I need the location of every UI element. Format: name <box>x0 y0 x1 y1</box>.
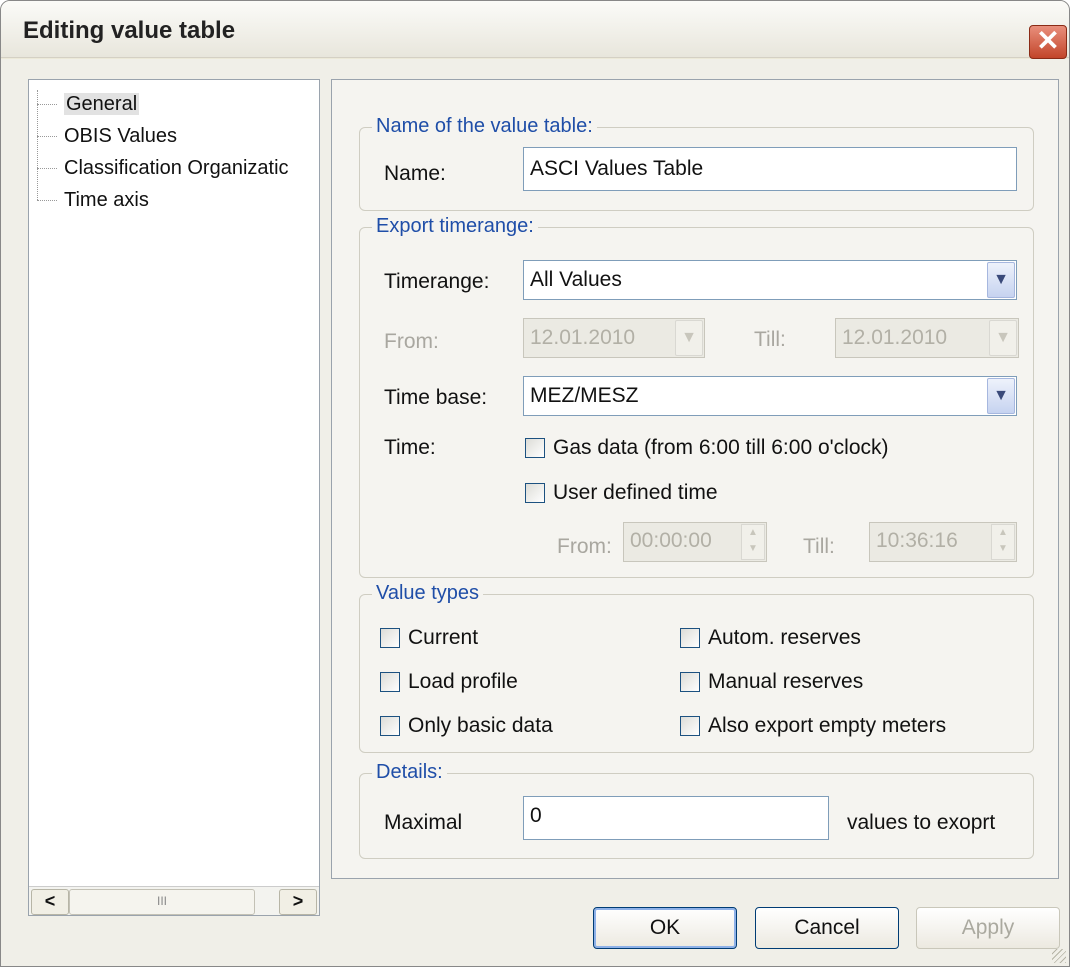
tree-horizontal-scrollbar[interactable]: < III > <box>29 886 319 915</box>
details-group: Details: Maximal 0 values to exoprt <box>359 761 1034 859</box>
navigation-tree: General OBIS Values Classification Organ… <box>28 79 320 916</box>
checkbox-box[interactable] <box>680 716 700 737</box>
name-group-legend: Name of the value table: <box>372 115 597 138</box>
close-button[interactable]: ✕ <box>1029 25 1067 59</box>
value-types-group: Value types Current Load profile Only ba… <box>359 582 1034 753</box>
gas-data-checkbox[interactable]: Gas data (from 6:00 till 6:00 o'clock) <box>525 436 889 460</box>
tree-item-label: General <box>64 93 140 115</box>
timerange-label: Timerange: <box>384 270 490 293</box>
title-bar: Editing value table ✕ <box>1 1 1069 59</box>
export-timerange-group: Export timerange: Timerange: All Values … <box>359 215 1034 578</box>
name-group: Name of the value table: Name: ASCI Valu… <box>359 115 1034 211</box>
value-types-legend: Value types <box>372 582 484 605</box>
cancel-button[interactable]: Cancel <box>755 907 899 949</box>
name-input[interactable]: ASCI Values Table <box>523 147 1017 191</box>
gas-data-label: Gas data (from 6:00 till 6:00 o'clock) <box>553 436 889 459</box>
maximal-label: Maximal <box>384 811 463 834</box>
current-checkbox[interactable]: Current <box>380 626 478 650</box>
export-empty-meters-checkbox[interactable]: Also export empty meters <box>680 714 946 738</box>
tree-item-classification[interactable]: Classification Organizatic <box>37 154 289 186</box>
time-till-value: 10:36:16 <box>876 529 958 552</box>
time-from-spinner[interactable]: 00:00:00 ▲ ▼ <box>623 522 767 562</box>
chevron-left-icon: < <box>44 891 56 911</box>
checkbox-box[interactable] <box>380 628 400 649</box>
chevron-down-icon[interactable]: ▼ <box>987 262 1015 298</box>
time-till-label: Till: <box>803 535 835 558</box>
close-icon: ✕ <box>1036 25 1060 56</box>
checkbox-box[interactable] <box>380 716 400 737</box>
timebase-label: Time base: <box>384 386 488 409</box>
dialog-window: Editing value table ✕ General OBIS Value… <box>0 0 1070 967</box>
tree-item-label: Time axis <box>64 189 149 211</box>
details-legend: Details: <box>372 761 447 784</box>
export-empty-meters-label: Also export empty meters <box>708 714 947 737</box>
spin-arrows-icon[interactable]: ▲ ▼ <box>741 524 765 560</box>
time-till-spinner[interactable]: 10:36:16 ▲ ▼ <box>869 522 1017 562</box>
tree-item-obis-values[interactable]: OBIS Values <box>37 122 289 154</box>
current-label: Current <box>408 626 479 649</box>
dialog-client: General OBIS Values Classification Organ… <box>1 59 1069 966</box>
manual-reserves-label: Manual reserves <box>708 670 864 693</box>
scroll-left-button[interactable]: < <box>31 889 69 915</box>
till-date-picker[interactable]: 12.01.2010 ▼ <box>835 318 1019 358</box>
checkbox-box[interactable] <box>380 672 400 693</box>
checkbox-box[interactable] <box>525 483 545 504</box>
from-date-label: From: <box>384 330 439 353</box>
chevron-down-icon[interactable]: ▼ <box>675 320 703 356</box>
tree-item-label: OBIS Values <box>64 125 178 147</box>
checkbox-box[interactable] <box>680 672 700 693</box>
chevron-right-icon: > <box>292 891 304 911</box>
load-profile-checkbox[interactable]: Load profile <box>380 670 518 694</box>
till-date-value: 12.01.2010 <box>842 326 948 349</box>
window-title: Editing value table <box>23 17 236 44</box>
time-label: Time: <box>384 436 436 459</box>
tree-item-label: Classification Organizatic <box>64 157 289 179</box>
resize-grip-icon[interactable] <box>1052 949 1066 963</box>
autom-reserves-label: Autom. reserves <box>708 626 861 649</box>
general-settings-panel: Name of the value table: Name: ASCI Valu… <box>331 79 1059 879</box>
user-defined-time-checkbox[interactable]: User defined time <box>525 481 718 505</box>
maximal-input[interactable]: 0 <box>523 796 829 840</box>
timebase-value: MEZ/MESZ <box>530 384 639 407</box>
maximal-suffix: values to exoprt <box>847 811 996 834</box>
name-label: Name: <box>384 162 446 185</box>
checkbox-box[interactable] <box>525 438 545 459</box>
from-date-value: 12.01.2010 <box>530 326 636 349</box>
spin-arrows-icon[interactable]: ▲ ▼ <box>991 524 1015 560</box>
only-basic-data-label: Only basic data <box>408 714 553 737</box>
tree-item-general[interactable]: General <box>37 90 289 122</box>
timerange-select[interactable]: All Values ▼ <box>523 260 1017 300</box>
timebase-select[interactable]: MEZ/MESZ ▼ <box>523 376 1017 416</box>
scroll-thumb[interactable]: III <box>69 889 255 915</box>
scroll-right-button[interactable]: > <box>279 889 317 915</box>
till-date-label: Till: <box>754 328 786 351</box>
user-defined-time-label: User defined time <box>553 481 718 504</box>
checkbox-box[interactable] <box>680 628 700 649</box>
autom-reserves-checkbox[interactable]: Autom. reserves <box>680 626 861 650</box>
load-profile-label: Load profile <box>408 670 518 693</box>
chevron-down-icon[interactable]: ▼ <box>987 378 1015 414</box>
only-basic-data-checkbox[interactable]: Only basic data <box>380 714 553 738</box>
chevron-down-icon[interactable]: ▼ <box>989 320 1017 356</box>
ok-button[interactable]: OK <box>593 907 737 949</box>
manual-reserves-checkbox[interactable]: Manual reserves <box>680 670 863 694</box>
grip-icon: III <box>156 894 167 908</box>
apply-button[interactable]: Apply <box>916 907 1060 949</box>
timerange-value: All Values <box>530 268 622 291</box>
time-from-value: 00:00:00 <box>630 529 712 552</box>
tree-item-time-axis[interactable]: Time axis <box>37 186 289 218</box>
export-group-legend: Export timerange: <box>372 215 538 238</box>
from-date-picker[interactable]: 12.01.2010 ▼ <box>523 318 705 358</box>
time-from-label: From: <box>557 535 612 558</box>
